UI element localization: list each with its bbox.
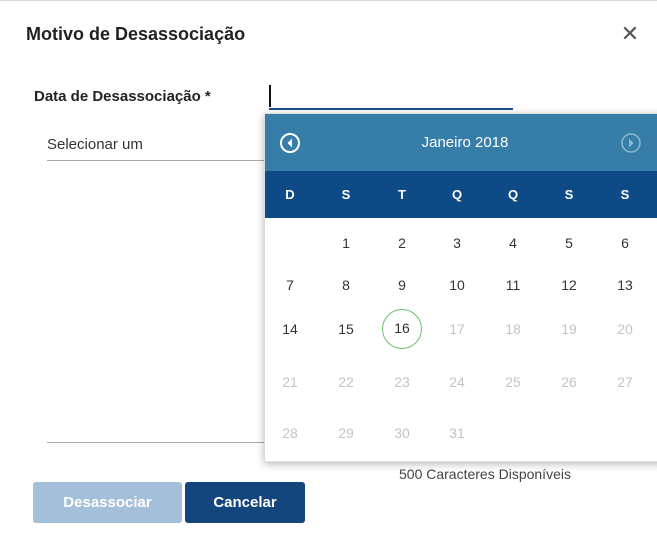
calendar-header: Janeiro 2018 <box>265 114 657 171</box>
char-counter: 500 Caracteres Disponíveis <box>399 466 571 482</box>
weekday-label: S <box>341 187 351 202</box>
calendar-day: 25 <box>505 374 521 390</box>
calendar-day: 23 <box>394 374 410 390</box>
calendar-day: 17 <box>449 321 465 337</box>
date-input[interactable] <box>269 108 513 110</box>
calendar-day[interactable]: 4 <box>493 231 533 255</box>
close-icon[interactable]: ✕ <box>618 22 642 46</box>
weekday-label: T <box>398 187 406 202</box>
chevron-right-circle-icon <box>621 133 641 153</box>
date-picker: Janeiro 2018 DSTQQSS 1 2 3 4 5 6 7 8 9 10 11 12 13 14… <box>264 113 657 462</box>
calendar-day[interactable]: 9 <box>382 273 422 297</box>
top-divider <box>0 0 657 1</box>
calendar-day: 27 <box>617 374 633 390</box>
calendar-day: 24 <box>449 374 465 390</box>
calendar-day: 28 <box>282 425 298 441</box>
calendar-day[interactable]: 12 <box>549 273 589 297</box>
calendar-day: 20 <box>617 321 633 337</box>
calendar-day[interactable]: 8 <box>326 273 366 297</box>
calendar-day: 29 <box>338 425 354 441</box>
calendar-weekday-row: DSTQQSS <box>265 171 657 218</box>
calendar-day: 18 <box>505 321 521 337</box>
calendar-day[interactable]: 10 <box>437 273 477 297</box>
calendar-day-today[interactable]: 16 <box>382 309 422 349</box>
calendar-day[interactable]: 13 <box>605 273 645 297</box>
calendar-day: 30 <box>394 425 410 441</box>
calendar-day[interactable]: 14 <box>270 317 310 341</box>
calendar-day: 22 <box>338 374 354 390</box>
calendar-day: 21 <box>282 374 298 390</box>
calendar-day: 19 <box>561 321 577 337</box>
weekday-label: Q <box>507 187 519 202</box>
reason-select-underline <box>47 160 269 161</box>
calendar-day[interactable]: 5 <box>549 231 589 255</box>
calendar-day[interactable]: 3 <box>437 231 477 255</box>
weekday-label: S <box>620 187 630 202</box>
calendar-day: 31 <box>449 425 465 441</box>
calendar-day[interactable]: 1 <box>326 231 366 255</box>
cancel-button[interactable]: Cancelar <box>185 482 305 523</box>
calendar-day[interactable]: 6 <box>605 231 645 255</box>
weekday-label: D <box>285 187 295 202</box>
weekday-label: S <box>564 187 574 202</box>
reason-textarea[interactable] <box>47 442 267 443</box>
text-caret <box>269 85 271 107</box>
calendar-day[interactable]: 7 <box>270 273 310 297</box>
date-field-label: Data de Desassociação * <box>34 88 211 105</box>
weekday-label: Q <box>451 187 463 202</box>
calendar-day[interactable]: 2 <box>382 231 422 255</box>
dialog-title: Motivo de Desassociação <box>26 24 246 44</box>
calendar-day[interactable]: 11 <box>493 273 533 297</box>
calendar-day: 26 <box>561 374 577 390</box>
calendar-day[interactable]: 15 <box>326 317 366 341</box>
calendar-month-year: Janeiro 2018 <box>421 134 509 151</box>
disassociate-button[interactable]: Desassociar <box>33 482 182 523</box>
reason-select[interactable]: Selecionar um <box>47 136 277 153</box>
